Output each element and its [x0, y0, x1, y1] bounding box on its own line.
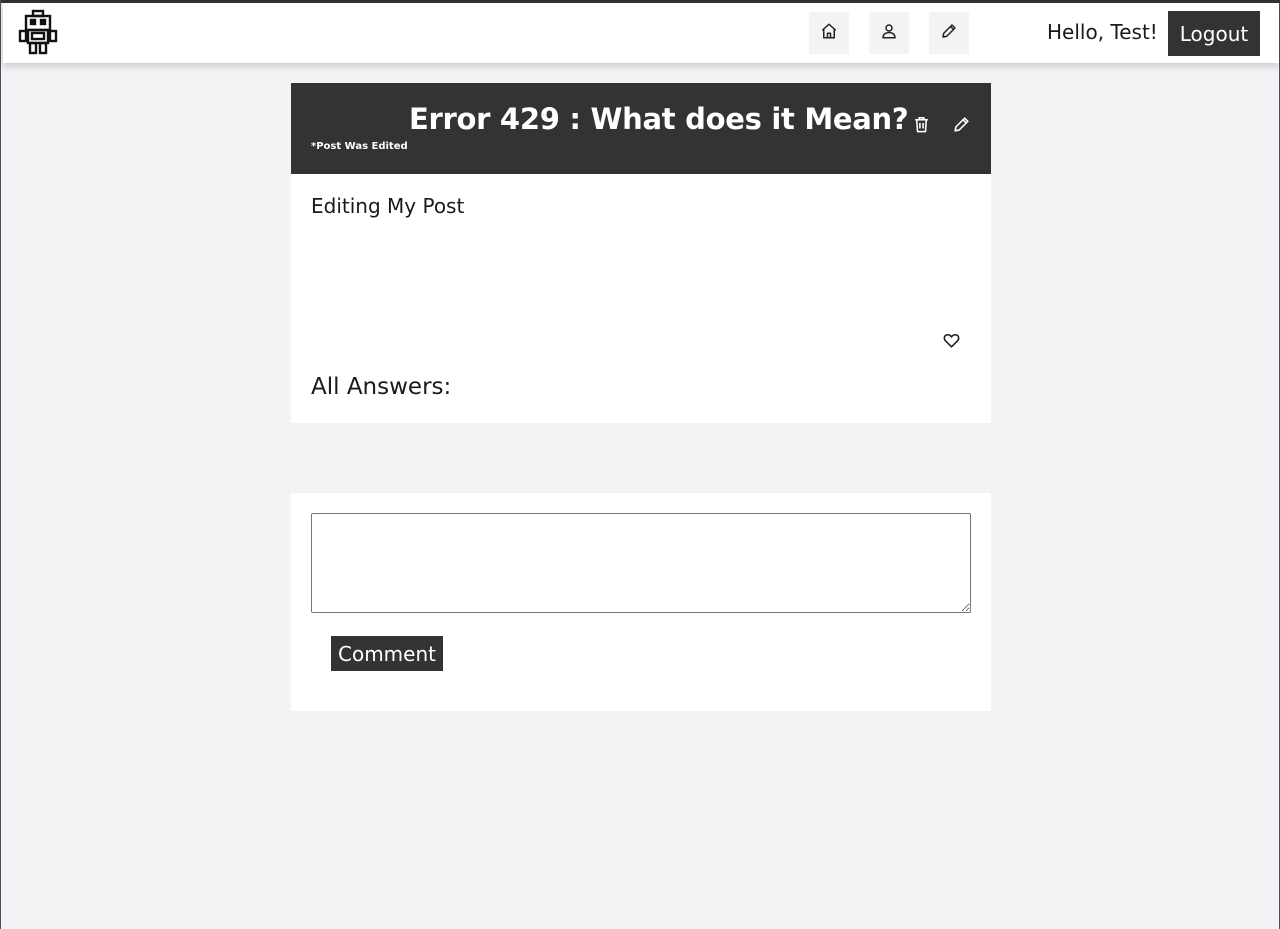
- nav-new-post-button[interactable]: [929, 12, 969, 54]
- pencil-icon[interactable]: [950, 113, 972, 135]
- post-title: Error 429 : What does it Mean?: [409, 102, 909, 136]
- heart-icon[interactable]: [940, 329, 962, 351]
- nav-home-button[interactable]: [809, 12, 849, 54]
- answers-heading: All Answers:: [311, 374, 452, 400]
- trash-icon[interactable]: [910, 113, 932, 135]
- comment-input[interactable]: [311, 513, 971, 613]
- top-navbar: Hello, Test! Logout: [3, 3, 1279, 63]
- user-icon: [880, 22, 898, 44]
- edited-note: *Post Was Edited: [311, 141, 408, 152]
- nav-profile-button[interactable]: [869, 12, 909, 54]
- pencil-icon: [940, 22, 958, 44]
- post-card: Error 429 : What does it Mean? *Post Was…: [291, 83, 991, 423]
- comment-form: Comment: [291, 493, 991, 711]
- user-greeting: Hello, Test!: [1047, 20, 1158, 44]
- comment-submit-button[interactable]: Comment: [331, 636, 443, 671]
- robot-icon[interactable]: [17, 9, 59, 55]
- post-body: Editing My Post: [311, 194, 465, 218]
- post-header: Error 429 : What does it Mean? *Post Was…: [291, 83, 991, 174]
- home-icon: [820, 22, 838, 44]
- logout-button[interactable]: Logout: [1168, 11, 1260, 56]
